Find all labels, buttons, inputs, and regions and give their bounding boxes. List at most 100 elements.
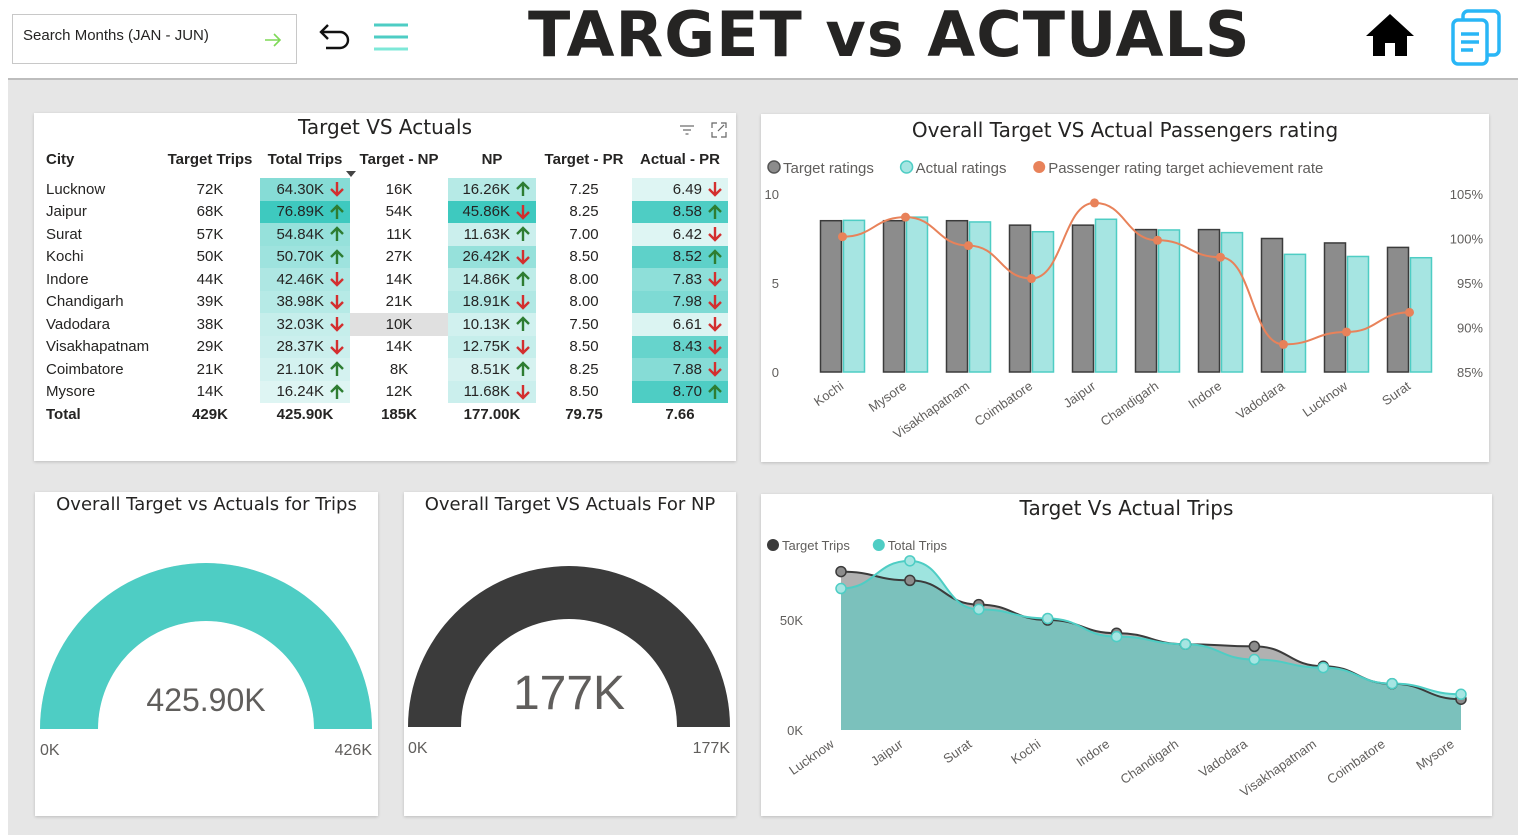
col-header-target-np[interactable]: Target - NP — [350, 146, 448, 172]
arrow-up-icon — [516, 316, 530, 332]
legend-marker — [767, 539, 779, 551]
filter-icon[interactable] — [678, 121, 696, 139]
focus-mode-icon[interactable] — [710, 121, 728, 139]
actual-pr-cell-value: 7.83 — [672, 270, 702, 288]
target-rating-bar — [1197, 228, 1221, 373]
x-tick-label: Indore — [1185, 378, 1224, 411]
table-row[interactable]: Kochi 50K 50.70K 27K 26.42K 8.50 8.52 — [42, 245, 728, 268]
arrow-down-icon — [708, 317, 722, 332]
col-header-np[interactable]: NP — [448, 146, 536, 172]
y-tick-label: 10 — [765, 187, 779, 202]
x-tick-label: Coimbatore — [972, 378, 1036, 429]
table-header-row: City Target Trips Total Trips Target - N… — [42, 146, 728, 172]
legend-marker — [767, 160, 781, 174]
gauge-value: 177K — [513, 667, 625, 720]
arrow-down-icon — [330, 317, 344, 332]
actual-rating-bar — [1346, 255, 1370, 373]
x-tick-label: Mysore — [1413, 736, 1457, 773]
target-trips-point — [1248, 640, 1261, 653]
target-pr-cell: 8.50 — [569, 338, 599, 356]
total-total-trips-cell: 425.90K — [276, 405, 334, 423]
col-header-city[interactable]: City — [42, 146, 160, 172]
table-row[interactable]: Mysore 14K 16.24K 12K 11.68K 8.50 8.70 — [42, 380, 728, 403]
month-search-box[interactable]: Search Months (JAN - JUN) — [12, 14, 297, 64]
actual-pr-cell: 7.98 — [632, 290, 728, 313]
np-cell: 12.75K — [448, 335, 536, 358]
total-trips-cell-value: 54.84K — [276, 225, 324, 243]
passenger-rating-chart-card: Overall Target VS Actual Passengers rati… — [761, 114, 1489, 462]
arrow-up-icon — [330, 361, 344, 377]
col-header-target-trips[interactable]: Target Trips — [160, 146, 260, 172]
table-row[interactable]: Vadodara 38K 32.03K 10K 10.13K 7.50 6.61 — [42, 313, 728, 336]
total-target-pr-cell: 79.75 — [565, 405, 603, 423]
passenger-rating-chart: Target ratings Actual ratings Passenger ra… — [765, 160, 1484, 442]
trips-legend: Target Trips Total Trips — [767, 538, 948, 553]
actual-rating-bar — [905, 216, 929, 373]
achievement-rate-point — [1279, 339, 1288, 349]
home-icon[interactable] — [1364, 12, 1416, 58]
hamburger-menu-icon[interactable] — [372, 19, 410, 55]
arrow-down-icon — [708, 339, 722, 355]
document-icon[interactable] — [1449, 8, 1505, 68]
arrow-right-icon[interactable] — [262, 29, 284, 51]
legend-label: Actual ratings — [916, 160, 1007, 177]
arrow-down-icon — [516, 204, 530, 220]
total-city-cell: Total — [46, 405, 81, 423]
target-vs-actual-trips-chart: Target Trips Total Trips 0K 50K Lucknow Jaipu… — [767, 538, 1467, 800]
target-vs-actuals-table-card: Target VS Actuals City Target Trips Tota… — [34, 113, 736, 461]
table-row[interactable]: Coimbatore 21K 21.10K 8K 8.51K 8.25 7.88 — [42, 358, 728, 381]
arrow-down-icon — [516, 384, 530, 400]
arrow-up-icon — [330, 204, 344, 219]
table-row[interactable]: Visakhapatnam 29K 28.37K 14K 12.75K 8.50 8.43 — [42, 335, 728, 358]
gauge-min-label: 0K — [40, 742, 60, 759]
gauge-value: 425.90K — [146, 682, 265, 718]
rating-legend: Target ratings Actual ratings Passenger ra… — [767, 160, 1323, 177]
np-cell: 16.26K — [448, 178, 536, 201]
arrow-down-icon — [708, 182, 722, 197]
table-row[interactable]: Indore 44K 42.46K 14K 14.86K 8.00 7.83 — [42, 268, 728, 291]
target-np-cell: 8K — [389, 360, 409, 378]
table-row[interactable]: Chandigarh 39K 38.98K 21K 18.91K 8.00 7.98 — [42, 290, 728, 313]
achievement-rate-point — [1090, 198, 1099, 208]
target-rating-bar — [819, 219, 843, 373]
col-header-total-trips[interactable]: Total Trips — [260, 146, 350, 172]
total-trips-point — [1041, 612, 1054, 625]
total-trips-cell: 28.37K — [260, 335, 350, 358]
total-trips-point — [973, 603, 985, 616]
arrow-up-icon — [516, 226, 530, 242]
total-actual-pr-cell: 7.66 — [665, 405, 695, 423]
x-tick-label: Kochi — [811, 378, 846, 409]
total-trips-cell-value: 64.30K — [276, 180, 324, 198]
sort-descending-icon[interactable] — [346, 171, 356, 177]
table-row[interactable]: Surat 57K 54.84K 11K 11.63K 7.00 6.42 — [42, 223, 728, 246]
trips-gauge: 425.90K 0K 426K — [40, 563, 373, 759]
total-trips-cell-value: 50.70K — [276, 248, 324, 266]
target-trips-cell: 29K — [196, 338, 224, 356]
actual-pr-cell-value: 7.98 — [672, 293, 702, 311]
table-row[interactable]: Jaipur 68K 76.89K 54K 45.86K 8.25 8.58 — [42, 200, 728, 223]
np-cell-value: 16.26K — [462, 180, 510, 198]
target-trips-cell: 38K — [196, 315, 224, 333]
x-tick-label: Surat — [1379, 378, 1413, 408]
col-header-target-trips-label: Target Trips — [167, 150, 253, 168]
y-tick-label: 0K — [787, 723, 803, 738]
total-trips-point — [1110, 630, 1123, 643]
target-np-cell: 16K — [385, 180, 413, 198]
col-header-target-pr[interactable]: Target - PR — [536, 146, 632, 172]
x-tick-label: Chandigarh — [1098, 378, 1162, 429]
total-trips-cell: 54.84K — [260, 223, 350, 246]
target-trips-cell: 21K — [196, 360, 224, 378]
trips-gauge-card: Overall Target vs Actuals for Trips 425.… — [35, 492, 378, 816]
total-target-np-cell: 185K — [381, 405, 417, 423]
table-row[interactable]: Lucknow 72K 64.30K 16K 16.26K 7.25 6.49 — [42, 178, 728, 201]
target-rating-bar — [1071, 224, 1095, 373]
target-np-cell: 14K — [385, 338, 413, 356]
city-cell: Mysore — [46, 383, 96, 401]
undo-icon[interactable] — [316, 20, 352, 56]
city-cell: Jaipur — [46, 203, 87, 221]
col-header-actual-pr[interactable]: Actual - PR — [632, 146, 728, 172]
actual-rating-bar — [1283, 253, 1307, 373]
gauge-max-label: 426K — [335, 742, 373, 759]
achievement-rate-point — [964, 241, 973, 251]
target-rating-bar — [1260, 237, 1284, 373]
